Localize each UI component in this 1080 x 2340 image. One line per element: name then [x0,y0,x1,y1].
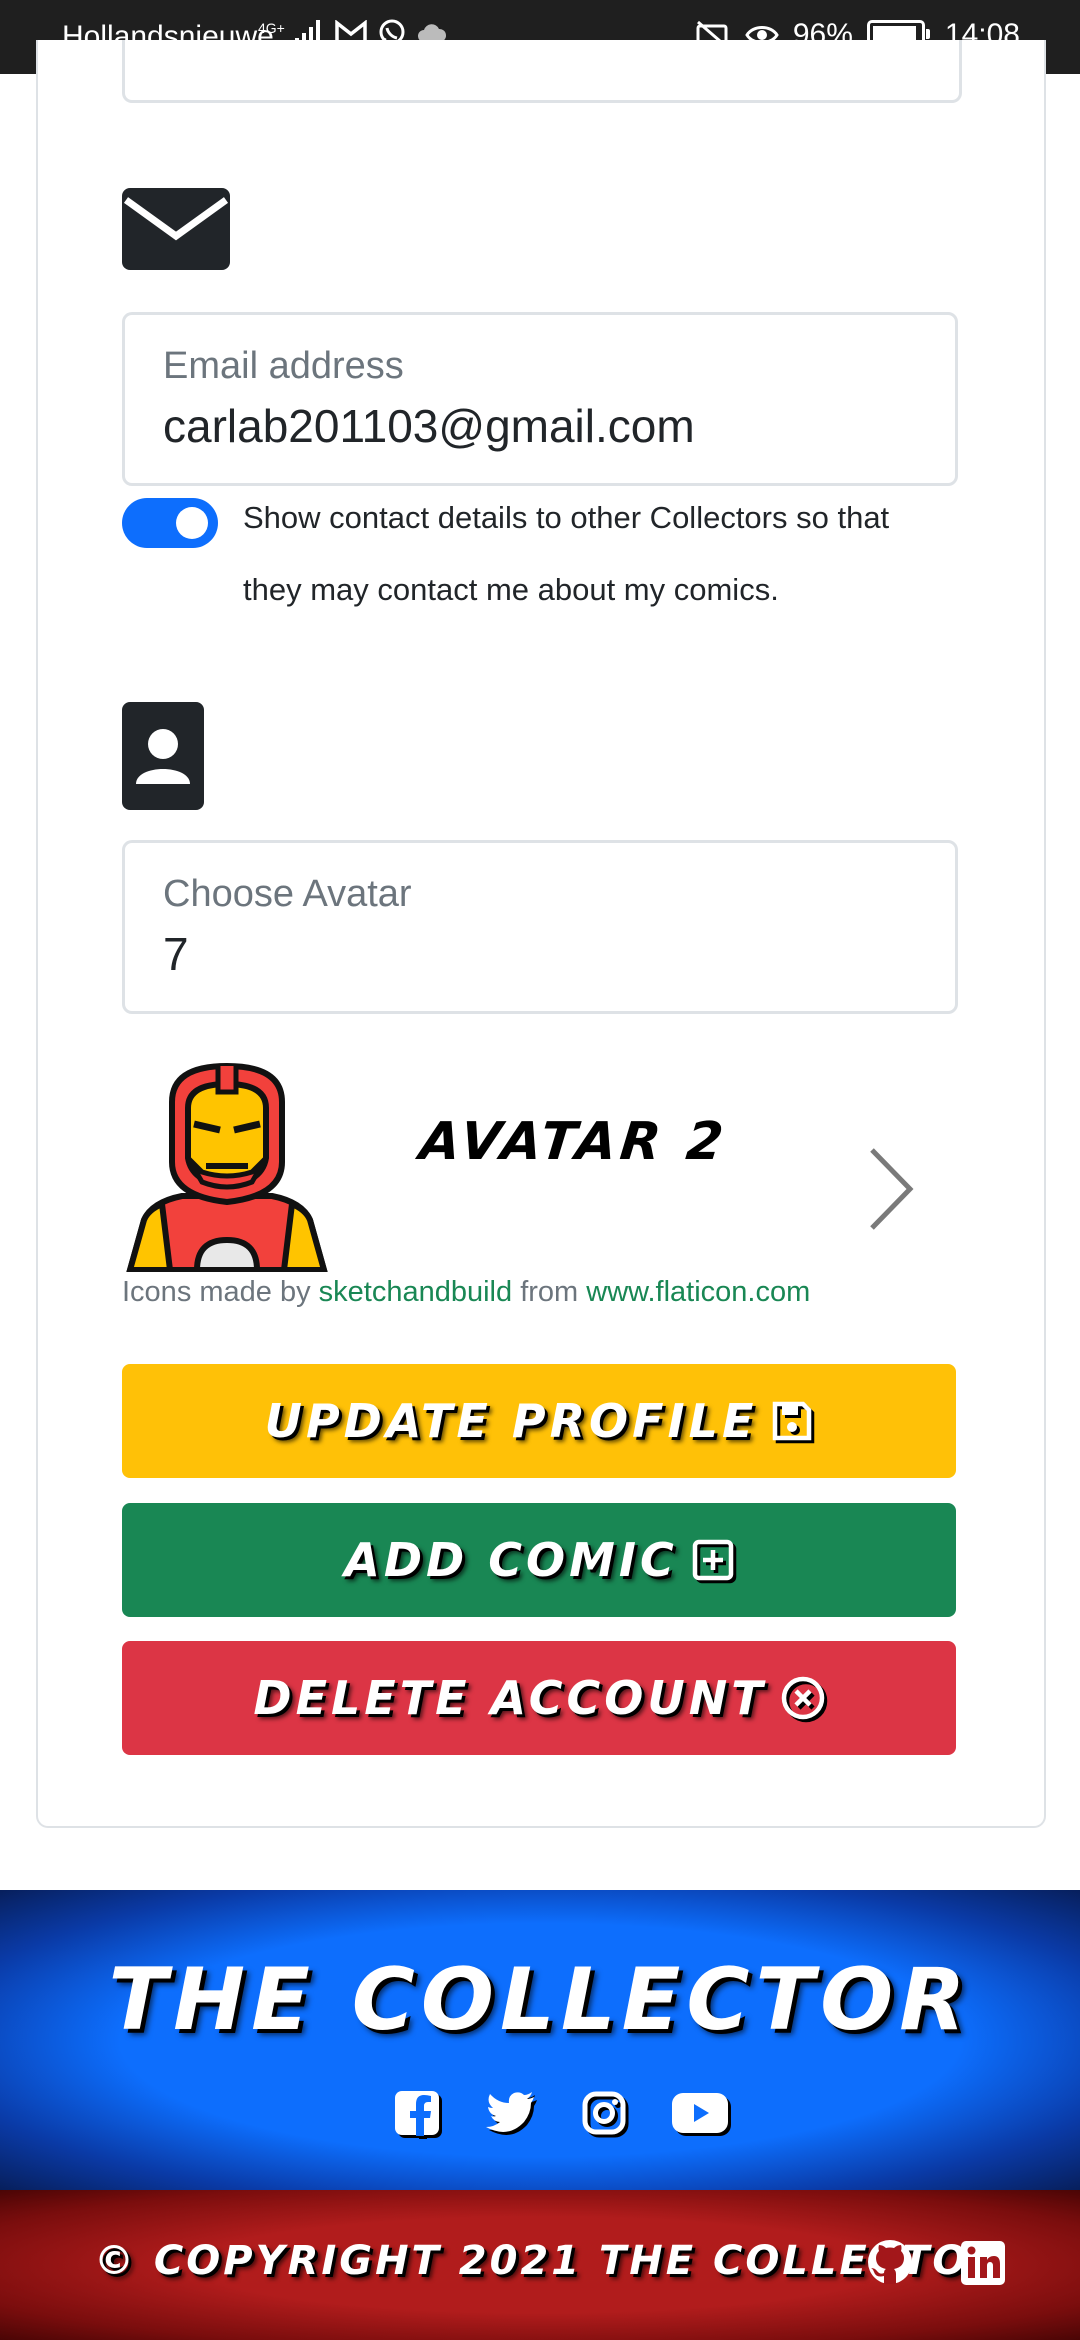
social-links [394,2090,728,2136]
x-circle-icon [781,1676,824,1720]
previous-field[interactable] [122,40,962,103]
add-comic-label: ADD COMIC [344,1533,678,1587]
plus-square-icon [692,1539,733,1581]
credit-author-link[interactable]: sketchandbuild [319,1276,512,1308]
share-contact-toggle[interactable] [122,498,218,548]
share-contact-label: Show contact details to other Collectors… [243,500,890,607]
twitter-icon[interactable] [486,2092,536,2134]
credit-prefix: Icons made by [122,1276,319,1308]
iron-man-avatar-image [126,1062,328,1272]
update-profile-label: UPDATE PROFILE [264,1394,758,1448]
footer-brand: THE COLLECTOR [108,1950,972,2050]
email-value[interactable]: carlab201103@gmail.com [163,399,695,453]
github-icon[interactable] [866,2238,914,2286]
envelope-icon [122,188,230,270]
network-type: 4G+ [258,20,285,36]
icon-credit: Icons made by sketchandbuild from www.fl… [122,1276,810,1309]
save-icon [773,1401,812,1441]
delete-account-label: DELETE ACCOUNT [253,1671,767,1725]
instagram-icon[interactable] [582,2091,626,2135]
email-field[interactable]: Email address carlab201103@gmail.com [122,312,958,486]
chevron-right-icon[interactable] [866,1146,916,1232]
avatar-select-value[interactable]: 7 [163,927,189,981]
facebook-icon[interactable] [394,2090,440,2136]
linkedin-icon[interactable] [960,2240,1006,2286]
avatar-caption: AVATAR 2 [416,1112,730,1172]
delete-account-button[interactable]: DELETE ACCOUNT [122,1641,956,1755]
add-comic-button[interactable]: ADD COMIC [122,1503,956,1617]
update-profile-button[interactable]: UPDATE PROFILE [122,1364,956,1478]
person-badge-icon [122,702,204,810]
email-label: Email address [163,345,404,387]
credit-middle: from [512,1276,587,1308]
youtube-icon[interactable] [672,2093,728,2133]
choose-avatar-select[interactable]: Choose Avatar 7 [122,840,958,1014]
credit-site-link[interactable]: www.flaticon.com [586,1276,810,1308]
avatar-select-label: Choose Avatar [163,873,412,915]
